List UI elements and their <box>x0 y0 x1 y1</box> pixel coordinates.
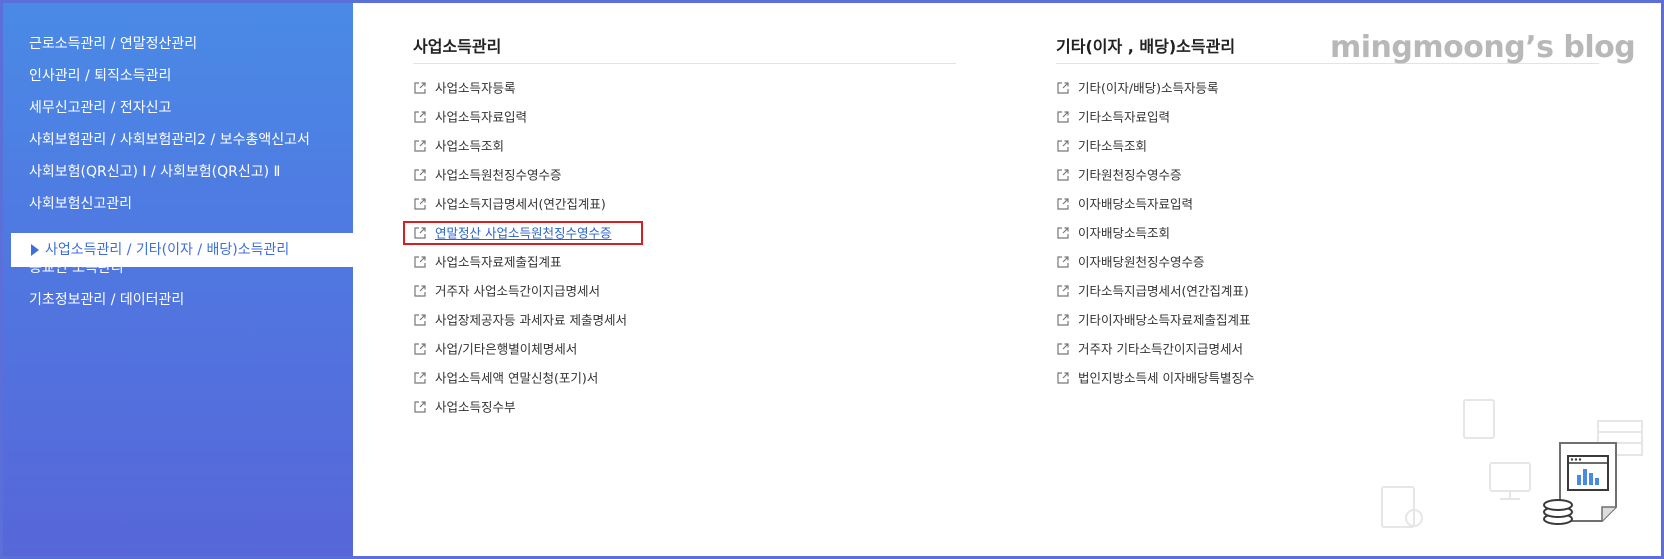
highlight-box <box>403 221 643 245</box>
sidebar-item-insurance-qr[interactable]: 사회보험(QR신고) Ⅰ / 사회보험(QR신고) Ⅱ <box>29 160 280 184</box>
link-label: 이자배당소득자료입력 <box>1078 196 1194 212</box>
link-label: 사업소득자료입력 <box>435 109 528 125</box>
external-link-icon <box>414 284 426 297</box>
sidebar-item-religious[interactable]: 종교인 소득관리 <box>29 256 124 280</box>
business-title-divider <box>413 63 956 64</box>
external-link-icon <box>1057 197 1069 210</box>
external-link-icon <box>414 313 426 326</box>
business-link-item[interactable]: 사업소득자등록 <box>413 77 516 99</box>
triangle-right-icon <box>31 244 39 256</box>
external-link-icon <box>414 342 426 355</box>
decorative-illustration <box>1381 399 1643 528</box>
external-link-icon <box>414 197 426 210</box>
external-link-icon <box>414 81 426 94</box>
business-section-title: 사업소득관리 <box>413 37 502 56</box>
business-link-item[interactable]: 사업소득조회 <box>413 135 504 157</box>
external-link-icon <box>1057 168 1069 181</box>
business-link-item[interactable]: 사업소득자료입력 <box>413 106 527 128</box>
link-label: 기타이자배당소득자료제출집계표 <box>1078 312 1251 328</box>
other-link-item[interactable]: 기타소득지급명세서(연간집계표) <box>1056 280 1249 302</box>
link-label: 사업소득징수부 <box>435 399 516 415</box>
other-link-item[interactable]: 기타소득조회 <box>1056 135 1147 157</box>
link-label: 사업소득자등록 <box>435 80 516 96</box>
other-link-item[interactable]: 이자배당소득조회 <box>1056 222 1170 244</box>
sidebar-item-insurance[interactable]: 사회보험관리 / 사회보험관리2 / 보수총액신고서 <box>29 128 310 152</box>
link-label: 사업/기타은행별이체명세서 <box>435 341 578 357</box>
sidebar: 근로소득관리 / 연말정산관리 인사관리 / 퇴직소득관리 세무신고관리 / 전… <box>3 3 353 556</box>
external-link-icon <box>1057 284 1069 297</box>
other-link-item[interactable]: 이자배당소득자료입력 <box>1056 193 1193 215</box>
external-link-icon <box>1057 226 1069 239</box>
other-link-item[interactable]: 이자배당원천징수영수증 <box>1056 251 1205 273</box>
link-label: 이자배당소득조회 <box>1078 225 1171 241</box>
external-link-icon <box>1057 110 1069 123</box>
link-label: 사업소득자료제출집계표 <box>435 254 562 270</box>
link-label: 사업소득세액 연말신청(포기)서 <box>435 370 599 386</box>
coins-icon <box>1543 499 1573 525</box>
link-label: 기타소득지급명세서(연간집계표) <box>1078 283 1249 299</box>
link-label: 기타소득조회 <box>1078 138 1148 154</box>
sidebar-item-insurance-report[interactable]: 사회보험신고관리 <box>29 192 132 216</box>
other-link-item[interactable]: 기타소득자료입력 <box>1056 106 1170 128</box>
link-label: 기타원천징수영수증 <box>1078 167 1182 183</box>
business-link-item[interactable]: 사업장제공자등 과세자료 제출명세서 <box>413 309 627 331</box>
link-label: 기타소득자료입력 <box>1078 109 1171 125</box>
sidebar-item-payroll[interactable]: 근로소득관리 / 연말정산관리 <box>29 32 197 56</box>
sidebar-item-basic-info[interactable]: 기초정보관리 / 데이터관리 <box>29 288 184 312</box>
notebook-icon <box>1463 399 1495 439</box>
business-link-item[interactable]: 사업소득지급명세서(연간집계표) <box>413 193 606 215</box>
business-link-item[interactable]: 사업/기타은행별이체명세서 <box>413 338 577 360</box>
link-label: 거주자 기타소득간이지급명세서 <box>1078 341 1243 357</box>
other-link-item[interactable]: 거주자 기타소득간이지급명세서 <box>1056 338 1243 360</box>
monitor-icon <box>1489 462 1531 492</box>
other-section-title: 기타(이자 , 배당)소득관리 <box>1056 37 1236 56</box>
external-link-icon <box>1057 371 1069 384</box>
business-link-item[interactable]: 거주자 사업소득간이지급명세서 <box>413 280 600 302</box>
external-link-icon <box>1057 255 1069 268</box>
link-label: 기타(이자/배당)소득자등록 <box>1078 80 1219 96</box>
business-link-item[interactable]: 사업소득원천징수영수증 <box>413 164 562 186</box>
link-label: 이자배당원천징수영수증 <box>1078 254 1205 270</box>
link-label: 거주자 사업소득간이지급명세서 <box>435 283 600 299</box>
external-link-icon <box>1057 81 1069 94</box>
business-link-item[interactable]: 사업소득자료제출집계표 <box>413 251 562 273</box>
external-link-icon <box>414 255 426 268</box>
external-link-icon <box>414 168 426 181</box>
other-link-item[interactable]: 법인지방소득세 이자배당특별징수 <box>1056 367 1254 389</box>
link-label: 사업소득원천징수영수증 <box>435 167 562 183</box>
sidebar-item-tax[interactable]: 세무신고관리 / 전자신고 <box>29 96 171 120</box>
other-link-item[interactable]: 기타이자배당소득자료제출집계표 <box>1056 309 1251 331</box>
link-label: 사업장제공자등 과세자료 제출명세서 <box>435 312 627 328</box>
external-link-icon <box>414 139 426 152</box>
other-link-item[interactable]: 기타(이자/배당)소득자등록 <box>1056 77 1218 99</box>
link-label: 사업소득지급명세서(연간집계표) <box>435 196 606 212</box>
link-label: 법인지방소득세 이자배당특별징수 <box>1078 370 1255 386</box>
external-link-icon <box>414 371 426 384</box>
other-link-item[interactable]: 기타원천징수영수증 <box>1056 164 1182 186</box>
link-label: 사업소득조회 <box>435 138 505 154</box>
external-link-icon <box>1057 139 1069 152</box>
external-link-icon <box>1057 313 1069 326</box>
watermark: mingmoong’s blog <box>1330 30 1636 65</box>
sidebar-item-hr[interactable]: 인사관리 / 퇴직소득관리 <box>29 64 171 88</box>
external-link-icon <box>1057 342 1069 355</box>
business-link-item[interactable]: 사업소득징수부 <box>413 396 516 418</box>
external-link-icon <box>414 110 426 123</box>
external-link-icon <box>414 400 426 413</box>
business-link-item[interactable]: 사업소득세액 연말신청(포기)서 <box>413 367 598 389</box>
document-gear-icon <box>1381 486 1415 528</box>
